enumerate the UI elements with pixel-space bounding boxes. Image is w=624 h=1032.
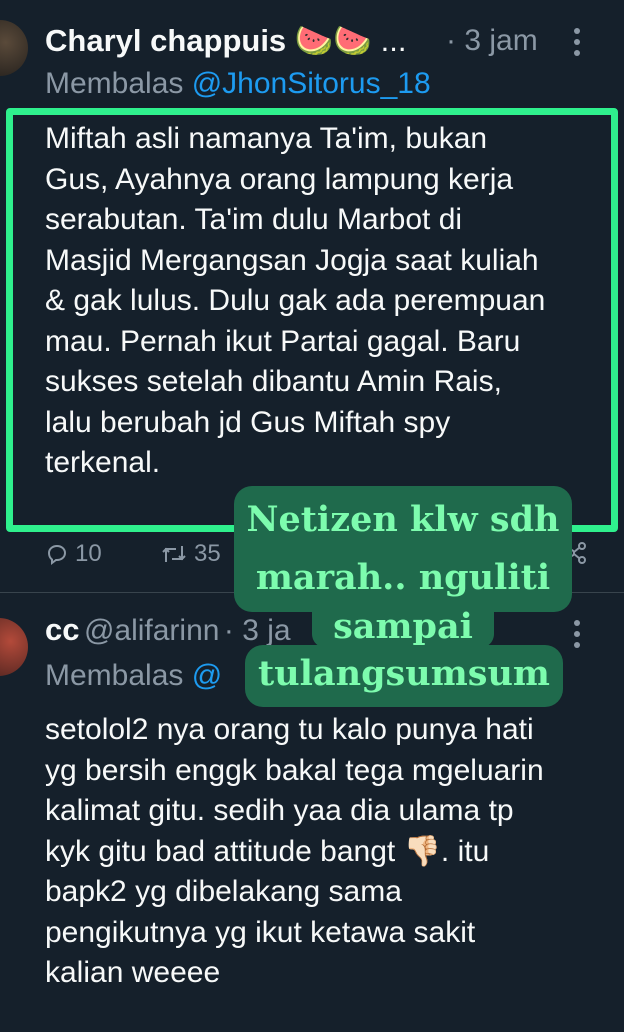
retweet-icon	[162, 546, 186, 562]
reply-icon	[47, 544, 67, 565]
name-ellipsis: ...	[380, 23, 407, 58]
reply-count: 10	[75, 540, 102, 567]
tweet-line: Masjid Mergangsan Jogja saat kuliah	[45, 243, 539, 277]
author-name-text: Charyl chappuis	[45, 23, 287, 58]
caption-overlay-bottom: tulangsumsum	[245, 645, 563, 707]
reply-mention-link-2[interactable]: @	[192, 659, 222, 692]
more-options-icon-2[interactable]	[570, 618, 584, 650]
tweet-line: kalian weeee	[45, 956, 221, 989]
tweet-line: & gak lulus. Dulu gak ada perempuan	[45, 284, 546, 317]
tweet-line: terkenal.	[45, 446, 161, 479]
caption-line: tulangsumsum	[258, 653, 550, 694]
retweet-button[interactable]: 35	[160, 540, 221, 568]
avatar-cc[interactable]	[0, 618, 28, 676]
more-options-icon[interactable]	[570, 26, 584, 58]
caption-line: Netizen klw sdh	[246, 499, 560, 540]
caption-overlay-top: Netizen klw sdh marah.. nguliti	[234, 486, 572, 612]
tweet-time-2[interactable]: · 3 ja	[224, 614, 291, 647]
tweet-time[interactable]: · 3 jam	[446, 24, 538, 58]
author-name-2[interactable]: cc	[45, 612, 79, 647]
tweet-line: kyk gitu bad attitude bangt 👎🏻. itu	[45, 834, 490, 868]
reply-mention-link[interactable]: @JhonSitorus_18	[192, 67, 431, 100]
tweet-body: Miftah asli namanya Ta'im, bukan Gus, Ay…	[45, 119, 605, 484]
replying-to-label-2: Membalas	[45, 659, 192, 692]
watermelon-emoji: 🍉🍉	[294, 23, 373, 58]
author-line-2: cc @alifarinn · 3 ja	[45, 612, 291, 648]
tweet-line: serabutan. Ta'im dulu Marbot di	[45, 203, 463, 236]
author-handle-2[interactable]: @alifarinn	[84, 614, 220, 647]
replying-to: Membalas @JhonSitorus_18	[45, 67, 431, 101]
tweet-line: mau. Pernah ikut Partai gagal. Baru	[45, 324, 521, 358]
replying-to-label: Membalas	[45, 67, 192, 100]
avatar-charyl[interactable]	[0, 20, 28, 76]
tweet-line: pengikutnya yg ikut ketawa sakit	[45, 915, 476, 949]
tweet-body-2: setolol2 nya orang tu kalo punya hati yg…	[45, 710, 610, 994]
reply-button[interactable]: 10	[45, 540, 102, 568]
tweet-line: bapk2 yg dibelakang sama	[45, 875, 402, 908]
caption-line: sampai	[333, 606, 473, 647]
tweet-line: sukses setelah dibantu Amin Rais,	[45, 365, 502, 398]
retweet-count: 35	[194, 540, 221, 567]
tweet-line: kalimat gitu. sedih yaa dia ulama tp	[45, 794, 514, 827]
tweet-line: lalu berubah jd Gus Miftah spy	[45, 405, 451, 439]
replying-to-2: Membalas @	[45, 659, 222, 693]
caption-overlay-sampai: sampai	[312, 606, 494, 648]
tweet-line: setolol2 nya orang tu kalo punya hati	[45, 713, 534, 746]
tweet-line: Miftah asli namanya Ta'im, bukan	[45, 122, 488, 155]
caption-line: marah.. nguliti	[255, 557, 551, 598]
tweet-line: yg bersih enggk bakal tega mgeluarin	[45, 753, 544, 787]
author-name[interactable]: Charyl chappuis 🍉🍉 ...	[45, 22, 406, 59]
tweet-line: Gus, Ayahnya orang lampung kerja	[45, 162, 514, 196]
